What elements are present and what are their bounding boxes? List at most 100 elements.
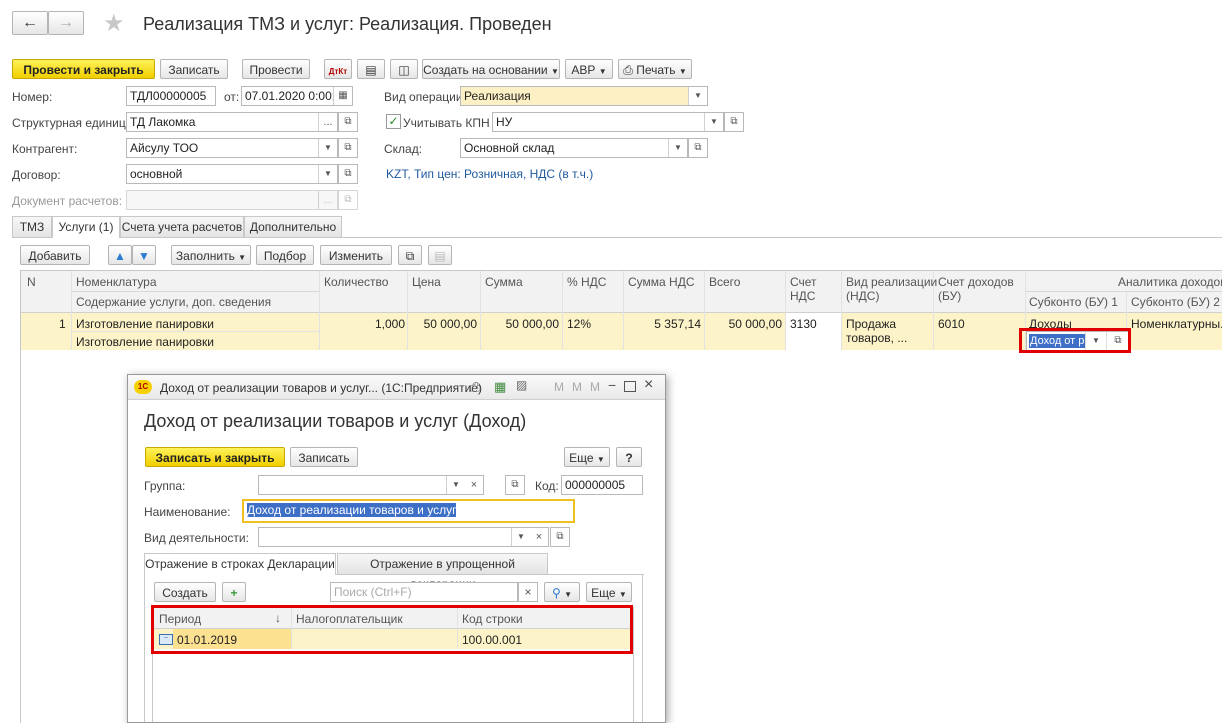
row-vat-sum[interactable]: 5 357,14 xyxy=(625,317,701,331)
select-ellipsis-icon[interactable]: ... xyxy=(318,191,337,209)
search-input[interactable]: Поиск (Ctrl+F) xyxy=(330,582,518,602)
row-sale-type-2[interactable]: товаров, ... xyxy=(846,331,907,345)
dt-kt-button[interactable]: ДтКт xyxy=(324,59,352,79)
dropdown-arrow-icon[interactable]: ▼ xyxy=(318,165,337,183)
table-icon[interactable]: ▦ xyxy=(494,379,506,395)
row-sum[interactable]: 50 000,00 xyxy=(482,317,559,331)
open-activity-icon[interactable]: ⧉ xyxy=(550,527,570,547)
move-down-button[interactable]: ▼ xyxy=(132,245,156,265)
memory-m-icon[interactable]: M xyxy=(554,380,564,394)
counterparty-field[interactable]: Айсулу ТОО ▼ xyxy=(126,138,338,158)
memory-m-plus-icon[interactable]: M xyxy=(572,380,582,394)
operation-select[interactable]: Реализация ▼ xyxy=(460,86,708,106)
search-button[interactable]: ⚲ ▼ xyxy=(544,582,580,602)
help-button[interactable]: ? xyxy=(616,447,642,467)
attach-icon[interactable]: ⎙ xyxy=(470,379,480,395)
warehouse-field[interactable]: Основной склад ▼ xyxy=(460,138,688,158)
search-placeholder: Поиск (Ctrl+F) xyxy=(334,585,412,599)
row-income-acc[interactable]: 6010 xyxy=(938,317,965,331)
dialog-more-button-2[interactable]: Еще ▼ xyxy=(586,582,632,602)
clear-search-icon[interactable]: × xyxy=(518,582,538,602)
list-report-button[interactable]: ▤ xyxy=(357,59,385,79)
structure-button[interactable]: ◫ xyxy=(390,59,418,79)
dialog-more-button[interactable]: Еще ▼ xyxy=(564,447,610,467)
add-row-button[interactable]: Добавить xyxy=(20,245,90,265)
row-sale-type[interactable]: Продажа xyxy=(846,317,896,331)
group-field[interactable]: × ▼ xyxy=(258,475,484,495)
row-price[interactable]: 50 000,00 xyxy=(409,317,477,331)
dropdown-arrow-icon[interactable]: ▼ xyxy=(446,476,465,494)
row-content[interactable]: Изготовление панировки xyxy=(76,335,214,349)
tab-settlement-accounts[interactable]: Счета учета расчетов xyxy=(120,216,244,237)
open-kpn-icon[interactable]: ⧉ xyxy=(724,112,744,132)
clear-icon[interactable]: × xyxy=(529,528,548,546)
open-unit-icon[interactable]: ⧉ xyxy=(338,112,358,132)
calendar-icon[interactable]: ▦ xyxy=(333,87,352,105)
row-sub2[interactable]: Номенклатурны... xyxy=(1131,317,1222,331)
group-label: Группа: xyxy=(144,479,186,493)
print-button[interactable]: ⎙ Печать ▼ xyxy=(618,59,692,79)
paste-button[interactable]: ▤ xyxy=(428,245,452,265)
kpn-select[interactable]: НУ ▼ xyxy=(492,112,724,132)
change-button[interactable]: Изменить xyxy=(320,245,392,265)
post-and-close-button[interactable]: Провести и закрыть xyxy=(12,59,155,79)
dialog-window-title: Доход от реализации товаров и услуг... (… xyxy=(160,381,482,395)
col-vat-acc: Счет xyxy=(790,275,817,289)
name-field[interactable]: Доход от реализации товаров и услуг xyxy=(242,499,575,523)
close-icon[interactable]: × xyxy=(644,376,653,394)
avr-button[interactable]: АВР ▼ xyxy=(565,59,613,79)
row-qty[interactable]: 1,000 xyxy=(321,317,405,331)
tab-simplified-declaration[interactable]: Отражение в упрощенной декларации xyxy=(337,553,548,591)
row-total[interactable]: 50 000,00 xyxy=(706,317,782,331)
kpn-checkbox[interactable]: ✓ xyxy=(386,114,401,129)
create-button[interactable]: Создать xyxy=(154,582,216,602)
dialog-save-button[interactable]: Записать xyxy=(290,447,358,467)
select-ellipsis-icon[interactable]: ... xyxy=(318,113,337,131)
price-info-link[interactable]: KZT, Тип цен: Розничная, НДС (в т.ч.) xyxy=(386,167,593,181)
dropdown-arrow-icon[interactable]: ▼ xyxy=(688,87,707,105)
header-split xyxy=(71,291,319,292)
open-settlement-icon[interactable]: ⧉ xyxy=(338,190,358,210)
save-button[interactable]: Записать xyxy=(160,59,228,79)
row-vat-pct[interactable]: 12% xyxy=(567,317,591,331)
col-income-acc-2: (БУ) xyxy=(938,289,962,303)
activity-field[interactable]: × ▼ xyxy=(258,527,549,547)
settlement-field[interactable]: ... xyxy=(126,190,338,210)
open-contract-icon[interactable]: ⧉ xyxy=(338,164,358,184)
add-record-button[interactable]: + xyxy=(222,582,246,602)
dropdown-arrow-icon[interactable]: ▼ xyxy=(511,528,530,546)
open-group-icon[interactable]: ⧉ xyxy=(505,475,525,495)
pick-button[interactable]: Подбор xyxy=(256,245,314,265)
dropdown-arrow-icon: ▼ xyxy=(238,253,247,262)
dropdown-arrow-icon[interactable]: ▼ xyxy=(704,113,723,131)
forward-button[interactable]: → xyxy=(48,11,84,35)
number-field[interactable]: ТДЛ00000005 xyxy=(126,86,216,106)
row-vat-acc[interactable]: 3130 xyxy=(790,317,817,331)
star-icon[interactable]: ★ xyxy=(103,9,125,38)
dropdown-arrow-icon[interactable]: ▼ xyxy=(668,139,687,157)
minimize-icon[interactable]: − xyxy=(608,377,616,393)
code-field[interactable]: 000000005 xyxy=(561,475,643,495)
tab-services[interactable]: Услуги (1) xyxy=(52,216,120,238)
open-counterparty-icon[interactable]: ⧉ xyxy=(338,138,358,158)
unit-field[interactable]: ТД Лакомка ... xyxy=(126,112,338,132)
create-based-button[interactable]: Создать на основании ▼ xyxy=(422,59,560,79)
tab-additional[interactable]: Дополнительно xyxy=(244,216,342,237)
save-and-close-button[interactable]: Записать и закрыть xyxy=(145,447,285,467)
tab-declaration-lines[interactable]: Отражение в строках Декларации xyxy=(144,553,336,575)
row-nomenclature[interactable]: Изготовление панировки xyxy=(76,317,214,331)
back-button[interactable]: ← xyxy=(12,11,48,35)
fill-button[interactable]: Заполнить ▼ xyxy=(171,245,251,265)
memory-m-minus-icon[interactable]: M xyxy=(590,380,600,394)
post-button[interactable]: Провести xyxy=(242,59,310,79)
calendar-icon[interactable]: ▨ xyxy=(516,378,527,392)
clear-icon[interactable]: × xyxy=(464,476,483,494)
move-up-button[interactable]: ▲ xyxy=(108,245,132,265)
tab-tmz[interactable]: ТМЗ xyxy=(12,216,52,237)
maximize-icon[interactable] xyxy=(624,381,636,392)
dropdown-arrow-icon[interactable]: ▼ xyxy=(318,139,337,157)
open-warehouse-icon[interactable]: ⧉ xyxy=(688,138,708,158)
contract-field[interactable]: основной ▼ xyxy=(126,164,338,184)
date-field[interactable]: 07.01.2020 0:00:00 ▦ xyxy=(241,86,353,106)
copy-button[interactable]: ⧉ xyxy=(398,245,422,265)
